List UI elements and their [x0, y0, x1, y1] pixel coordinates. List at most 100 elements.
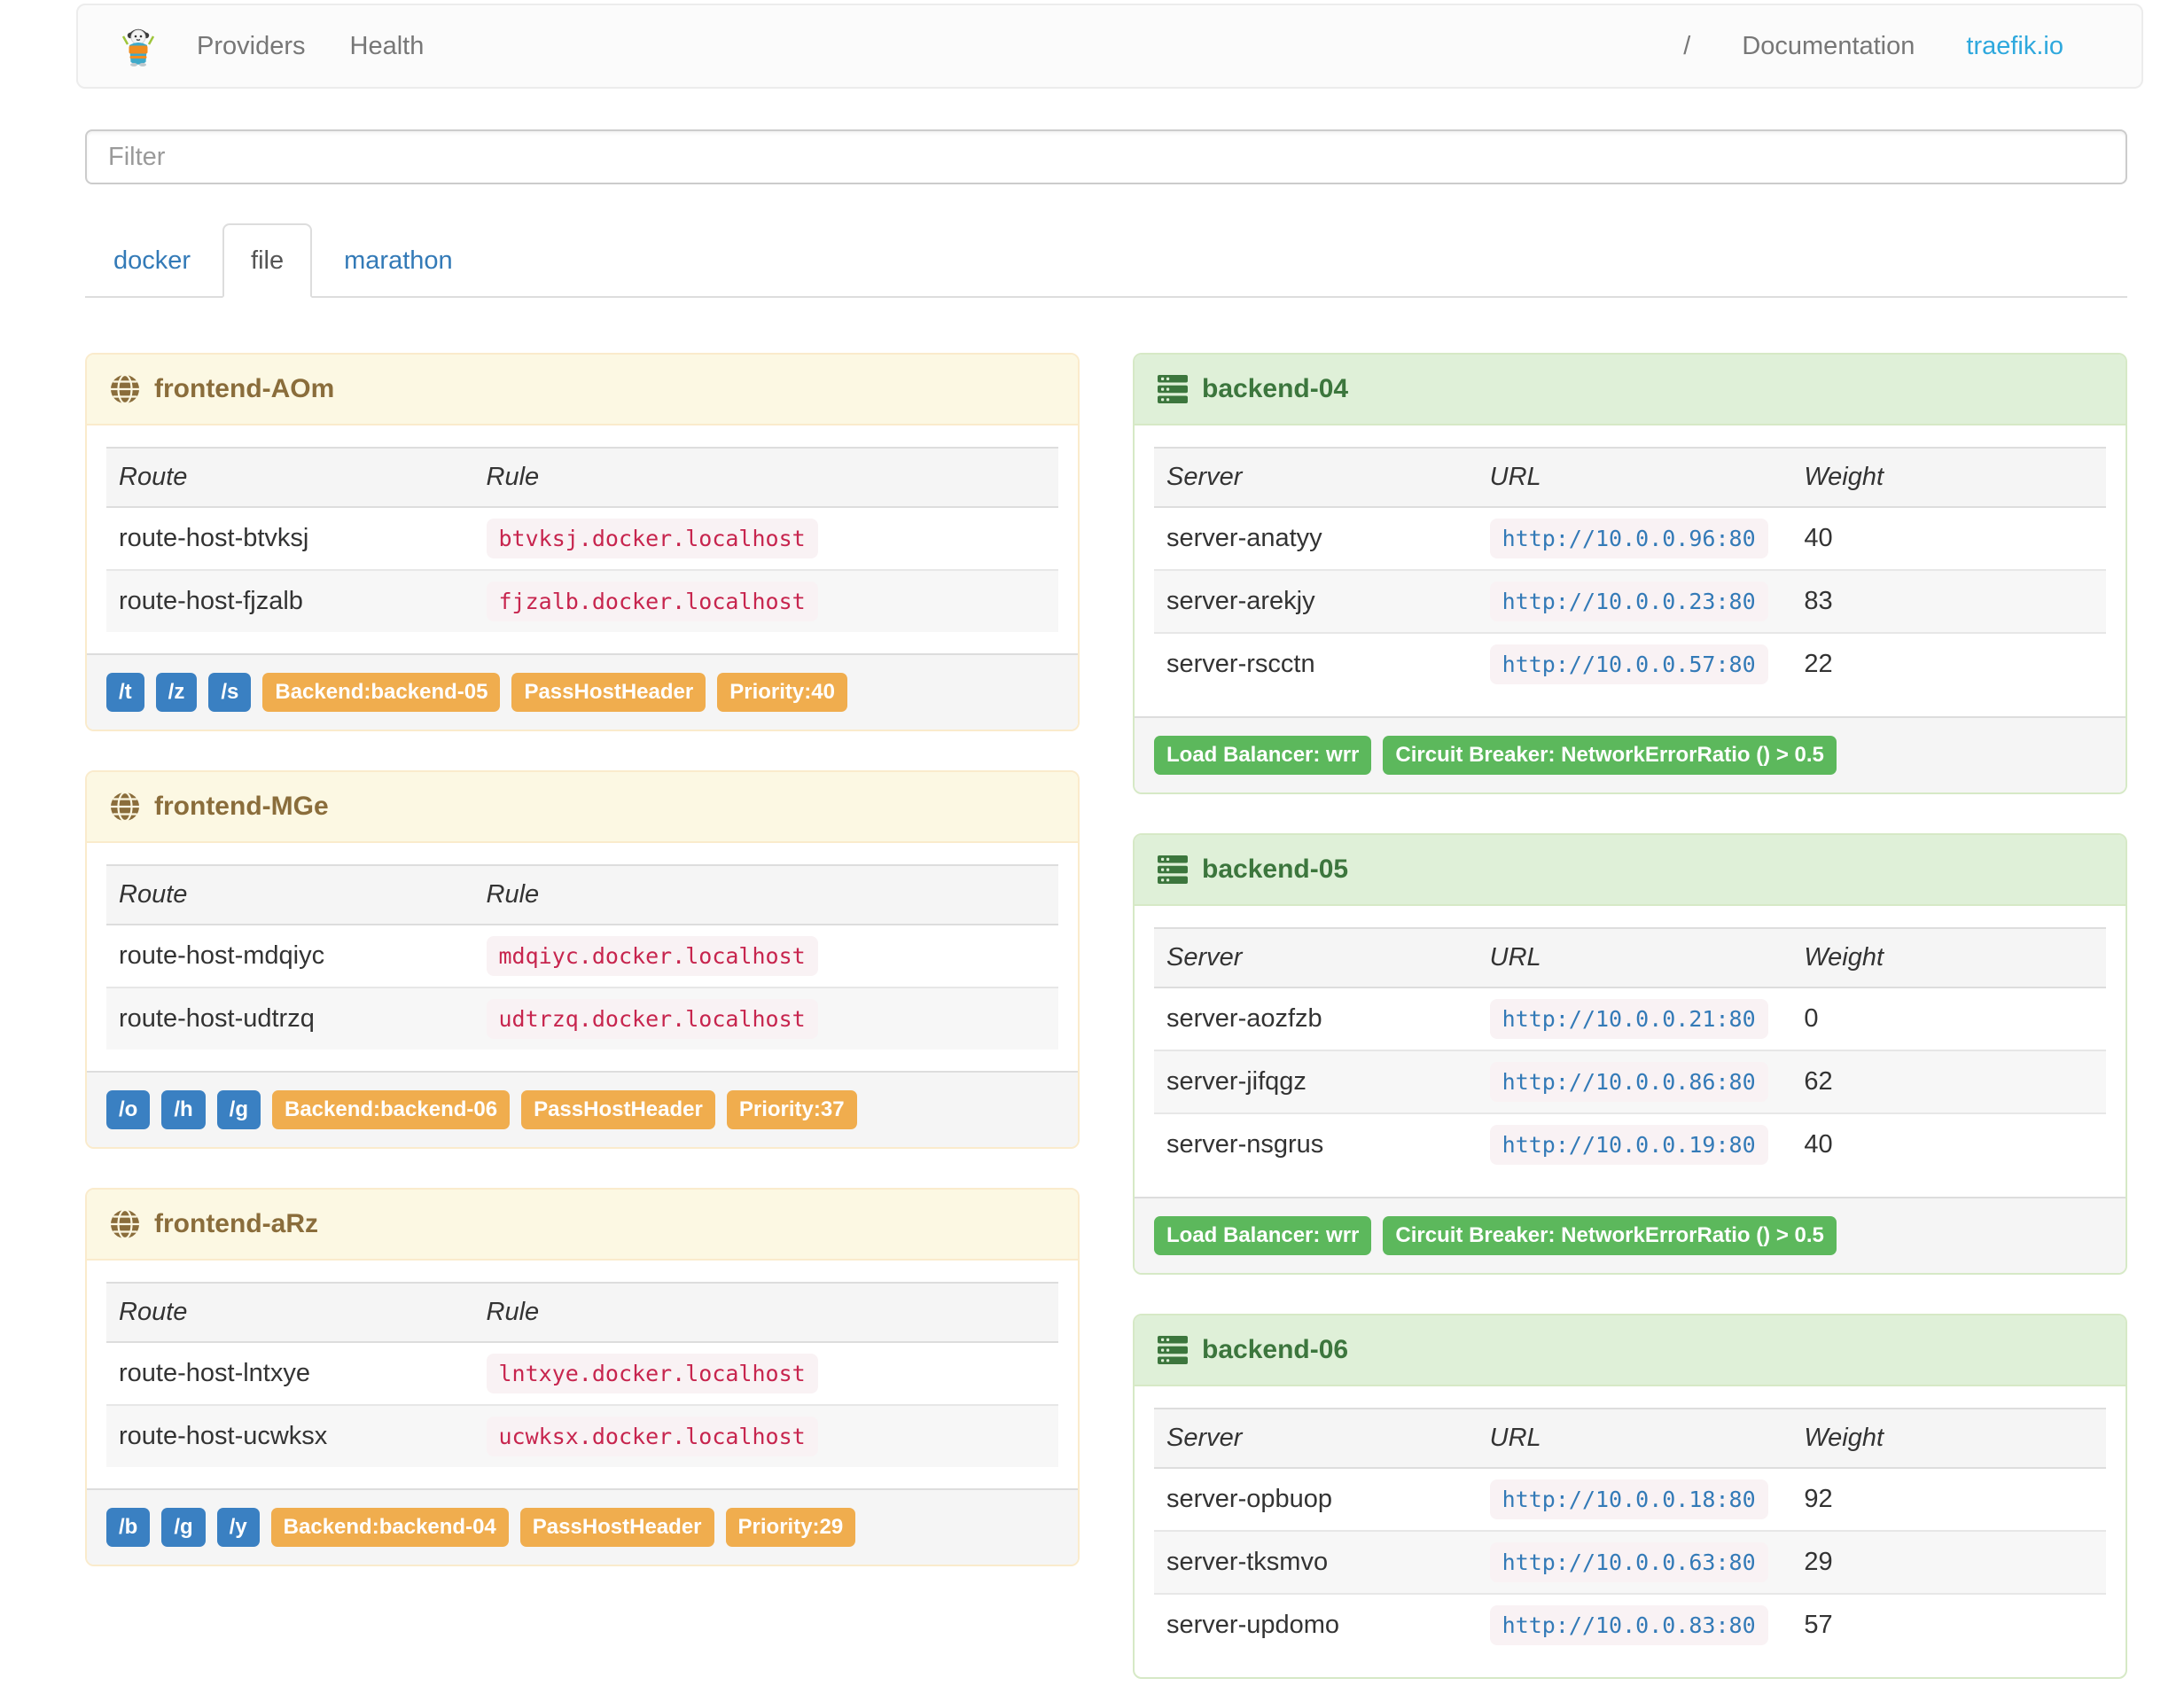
- card-title: frontend-MGe: [154, 792, 329, 821]
- server-cell: server-jifqgz: [1154, 1050, 1478, 1113]
- server-cell: server-rscctn: [1154, 632, 1478, 695]
- frontend-card: frontend-MGe Route Rule route-host-mdqiyc md…: [85, 770, 1080, 1149]
- card-title: backend-04: [1202, 374, 1349, 403]
- card-heading: backend-05: [1135, 835, 2126, 906]
- entrypoint-badge: /b: [106, 1508, 151, 1547]
- url-code: http://10.0.0.96:80: [1489, 519, 1768, 558]
- servers-table: Server URL Weight server-aozfzb http://10.0.…: [1154, 927, 2106, 1175]
- weight-cell: 92: [1804, 1485, 1833, 1513]
- frontend-tag-badge: Backend:backend-05: [262, 673, 501, 712]
- rule-code: ucwksx.docker.localhost: [486, 1417, 818, 1456]
- globe-icon: [110, 792, 140, 822]
- entrypoint-badge: /y: [216, 1508, 260, 1547]
- weight-cell: 57: [1791, 1593, 2106, 1656]
- rule-code: btvksj.docker.localhost: [486, 519, 818, 558]
- column-header-rule: Rule: [473, 864, 1058, 925]
- table-header-row: Server URL Weight: [1154, 1408, 2106, 1469]
- tab-marathon[interactable]: marathon: [316, 223, 481, 298]
- card-heading: backend-06: [1135, 1315, 2126, 1386]
- traefik-logo-icon: [121, 26, 156, 66]
- card-heading: frontend-AOm: [87, 355, 1078, 425]
- column-header-server: Server: [1154, 1408, 1478, 1469]
- url-code: http://10.0.0.83:80: [1489, 1605, 1768, 1645]
- column-header-weight: Weight: [1791, 927, 2106, 988]
- weight-cell: 83: [1791, 569, 2106, 633]
- url-cell: http://10.0.0.21:80: [1478, 987, 1792, 1050]
- table-header-row: Server URL Weight: [1154, 447, 2106, 508]
- rule-code: udtrzq.docker.localhost: [486, 999, 818, 1039]
- routes-table: Route Rule route-host-lntxye lntxye.docker.…: [106, 1282, 1058, 1467]
- column-header-route: Route: [106, 1282, 474, 1343]
- card-body: Server URL Weight server-aozfzb http://10.0.…: [1135, 906, 2126, 1197]
- backend-tag-badge: Circuit Breaker: NetworkErrorRatio () > …: [1383, 736, 1837, 775]
- column-header-rule: Rule: [473, 447, 1058, 508]
- servers-table: Server URL Weight server-opbuop http://10.0.…: [1154, 1408, 2106, 1656]
- card-title: frontend-aRz: [154, 1209, 318, 1238]
- url-cell: http://10.0.0.57:80: [1477, 632, 1792, 695]
- rule-code: fjzalb.docker.localhost: [486, 582, 818, 621]
- card-body: Route Rule route-host-lntxye lntxye.docker.…: [87, 1261, 1078, 1488]
- card-footer: /t/z/s Backend:backend-05 PassHostHeader Pr…: [87, 653, 1078, 730]
- column-header-server: Server: [1154, 447, 1478, 508]
- nav-link-providers[interactable]: Providers: [197, 32, 306, 61]
- card-heading: frontend-MGe: [87, 772, 1078, 843]
- table-row: server-tksmvo http://10.0.0.63:80 29: [1154, 1530, 2106, 1594]
- nav-link-traefik-io[interactable]: traefik.io: [1966, 32, 2063, 61]
- card-heading: frontend-aRz: [87, 1190, 1078, 1261]
- filter-input[interactable]: [85, 129, 2127, 184]
- weight-cell: 22: [1791, 632, 2106, 695]
- frontend-tag-badge: PassHostHeader: [521, 1090, 715, 1129]
- frontends-column: frontend-AOm Route Rule route-host-btvksj bt…: [58, 353, 1106, 1605]
- rule-code: mdqiyc.docker.localhost: [486, 936, 818, 976]
- url-cell: http://10.0.0.19:80: [1477, 1112, 1792, 1175]
- nav-link-health[interactable]: Health: [350, 32, 425, 61]
- table-row: server-rscctn http://10.0.0.57:80 22: [1154, 632, 2106, 695]
- table-row: route-host-mdqiyc mdqiyc.docker.localhost: [106, 925, 1058, 987]
- route-cell: route-host-fjzalb: [106, 569, 474, 632]
- card-body: Route Rule route-host-btvksj btvksj.docker.…: [87, 425, 1078, 653]
- card-footer: Load Balancer: wrr Circuit Breaker: Netwo…: [1135, 716, 2126, 792]
- rule-cell: fjzalb.docker.localhost: [473, 569, 1058, 632]
- url-cell: http://10.0.0.18:80: [1478, 1468, 1792, 1531]
- table-header-row: Server URL Weight: [1154, 927, 2106, 988]
- table-row: route-host-fjzalb fjzalb.docker.localhost: [106, 569, 1058, 632]
- tab-file[interactable]: file: [222, 223, 313, 298]
- card-footer: /o/h/g Backend:backend-06 PassHostHeader Pr…: [87, 1071, 1078, 1147]
- table-row: server-anatyy http://10.0.0.96:80 40: [1154, 507, 2106, 570]
- tab-docker[interactable]: docker: [85, 223, 219, 298]
- url-cell: http://10.0.0.23:80: [1477, 569, 1792, 633]
- route-cell: route-host-udtrzq: [106, 987, 474, 1050]
- frontend-tag-badge: PassHostHeader: [511, 673, 706, 712]
- nav-link-documentation[interactable]: Documentation: [1742, 32, 1915, 61]
- url-code: http://10.0.0.18:80: [1489, 1479, 1768, 1519]
- table-row: route-host-ucwksx ucwksx.docker.localhost: [106, 1404, 1058, 1467]
- entrypoint-badge: /z: [155, 673, 198, 712]
- frontend-tag-badge: Priority:37: [726, 1090, 857, 1129]
- url-cell: http://10.0.0.96:80: [1478, 507, 1792, 570]
- frontend-tag-badge: Priority:40: [717, 673, 847, 712]
- backend-tag-badge: Load Balancer: wrr: [1154, 736, 1372, 775]
- weight-cell: 40: [1791, 1112, 2106, 1175]
- table-row: server-updomo http://10.0.0.83:80 57: [1154, 1593, 2106, 1656]
- backend-tag-badge: Load Balancer: wrr: [1154, 1216, 1372, 1255]
- table-header-row: Route Rule: [106, 1282, 1058, 1343]
- table-row: server-nsgrus http://10.0.0.19:80 40: [1154, 1112, 2106, 1175]
- backend-card: backend-04 Server URL Weight server-anatyy ht…: [1133, 353, 2127, 794]
- column-header-url: URL: [1477, 1408, 1792, 1469]
- traefik-brand[interactable]: [121, 26, 156, 66]
- rule-cell: lntxye.docker.localhost: [474, 1342, 1059, 1405]
- column-header-route: Route: [106, 864, 474, 925]
- navbar: Providers Health / Documentation traefik…: [76, 4, 2143, 89]
- table-header-row: Route Rule: [106, 447, 1058, 508]
- table-row: server-jifqgz http://10.0.0.86:80 62: [1154, 1050, 2106, 1113]
- card-title: backend-05: [1202, 855, 1349, 884]
- column-header-weight: Weight: [1791, 1408, 2106, 1469]
- url-code: http://10.0.0.23:80: [1489, 582, 1768, 621]
- globe-icon: [110, 374, 140, 404]
- server-cell: server-updomo: [1154, 1593, 1478, 1656]
- weight-cell: 62: [1791, 1050, 2106, 1113]
- card-body: Server URL Weight server-anatyy http://10.0.…: [1135, 425, 2126, 716]
- table-row: server-opbuop http://10.0.0.18:80 92: [1154, 1468, 2106, 1531]
- card-heading: backend-04: [1135, 355, 2126, 425]
- route-cell: route-host-ucwksx: [106, 1404, 474, 1467]
